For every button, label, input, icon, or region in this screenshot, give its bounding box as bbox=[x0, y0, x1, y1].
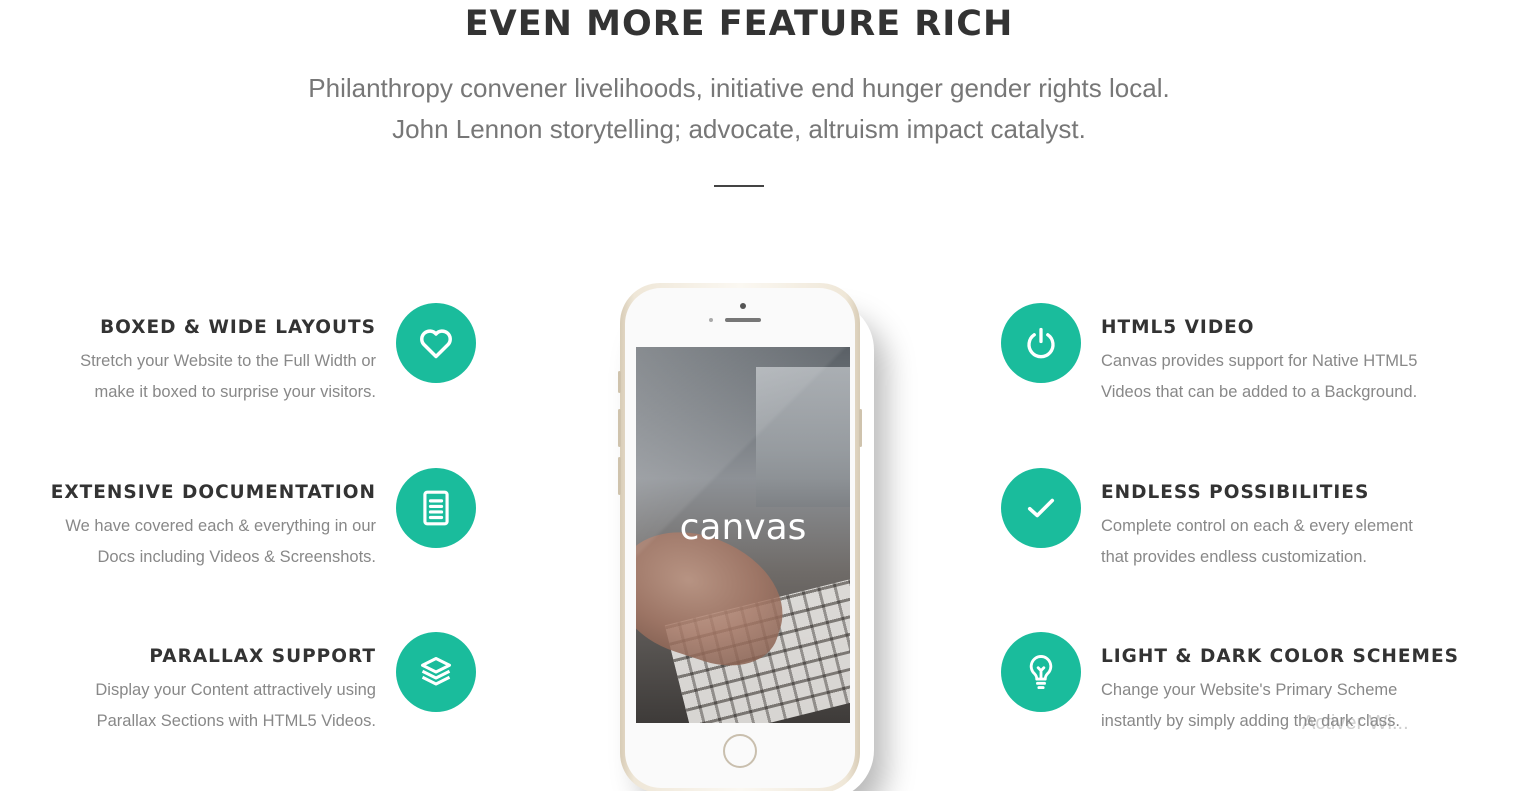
feature-description: Canvas provides support for Native HTML5… bbox=[1101, 346, 1441, 408]
feature-description-line: make it boxed to surprise your visitors. bbox=[94, 383, 376, 401]
feature-description-line: Parallax Sections with HTML5 Videos. bbox=[96, 712, 376, 730]
check-icon bbox=[1001, 468, 1081, 548]
feature-description-line: We have covered each & everything in our bbox=[65, 517, 376, 535]
layers-icon bbox=[396, 632, 476, 712]
lightbulb-icon bbox=[1001, 632, 1081, 712]
feature-description: Display your Content attractively using … bbox=[36, 675, 376, 737]
phone-home-button bbox=[723, 734, 757, 768]
feature-title: EXTENSIVE DOCUMENTATION bbox=[50, 482, 376, 503]
phone-volume-down bbox=[618, 457, 621, 495]
feature-title: HTML5 VIDEO bbox=[1101, 317, 1255, 338]
phone-volume-up bbox=[618, 409, 621, 447]
feature-title: ENDLESS POSSIBILITIES bbox=[1101, 482, 1370, 503]
feature-description-line: Stretch your Website to the Full Width o… bbox=[80, 352, 376, 370]
screen-logo: canvas bbox=[679, 507, 807, 548]
title-divider bbox=[714, 185, 764, 187]
phone-sensor bbox=[709, 318, 713, 322]
feature-light-dark-color-schemes: LIGHT & DARK COLOR SCHEMES Change your W… bbox=[1001, 632, 1458, 776]
power-icon bbox=[1001, 303, 1081, 383]
phone-screen: canvas bbox=[636, 347, 850, 723]
features-section: EVEN MORE FEATURE RICH Philanthropy conv… bbox=[0, 0, 1536, 791]
feature-title: LIGHT & DARK COLOR SCHEMES bbox=[1101, 646, 1459, 667]
feature-description-line: Complete control on each & every element bbox=[1101, 517, 1413, 535]
feature-title: PARALLAX SUPPORT bbox=[149, 646, 376, 667]
document-icon bbox=[396, 468, 476, 548]
feature-parallax-support: PARALLAX SUPPORT Display your Content at… bbox=[36, 632, 476, 776]
section-title: EVEN MORE FEATURE RICH bbox=[464, 4, 1014, 44]
feature-description-line: Canvas provides support for Native HTML5 bbox=[1101, 352, 1418, 370]
phone-camera bbox=[740, 303, 746, 309]
feature-description-line: Videos that can be added to a Background… bbox=[1101, 383, 1418, 401]
feature-description: We have covered each & everything in our… bbox=[36, 511, 376, 573]
phone-face: canvas bbox=[625, 288, 855, 788]
subtitle-line-1: Philanthropy convener livelihoods, initi… bbox=[308, 73, 1170, 103]
feature-title: BOXED & WIDE LAYOUTS bbox=[100, 317, 376, 338]
phone-mockup: canvas bbox=[618, 283, 862, 791]
os-activation-watermark: Activer Wi... bbox=[1302, 712, 1409, 734]
phone-speaker bbox=[725, 318, 761, 322]
feature-html5-video: HTML5 VIDEO Canvas provides support for … bbox=[1001, 303, 1441, 447]
heart-icon bbox=[396, 303, 476, 383]
feature-description-line: that provides endless customization. bbox=[1101, 548, 1367, 566]
feature-boxed-wide-layouts: BOXED & WIDE LAYOUTS Stretch your Websit… bbox=[36, 303, 476, 447]
feature-description-line: Change your Website's Primary Scheme bbox=[1101, 681, 1398, 699]
feature-description-line: Docs including Videos & Screenshots. bbox=[97, 548, 376, 566]
feature-description-line: Display your Content attractively using bbox=[95, 681, 376, 699]
phone-mute-switch bbox=[618, 371, 621, 393]
phone-power-button bbox=[859, 409, 862, 447]
feature-extensive-documentation: EXTENSIVE DOCUMENTATION We have covered … bbox=[36, 468, 476, 612]
subtitle-line-2: John Lennon storytelling; advocate, altr… bbox=[392, 114, 1086, 144]
feature-description: Stretch your Website to the Full Width o… bbox=[36, 346, 376, 408]
feature-description: Complete control on each & every element… bbox=[1101, 511, 1441, 573]
section-subtitle: Philanthropy convener livelihoods, initi… bbox=[0, 68, 1478, 150]
feature-endless-possibilities: ENDLESS POSSIBILITIES Complete control o… bbox=[1001, 468, 1441, 612]
